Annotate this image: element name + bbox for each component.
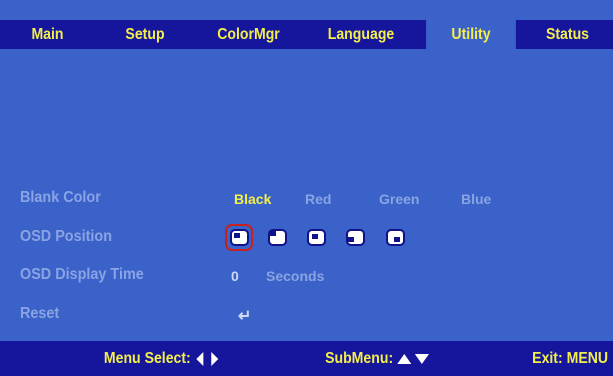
osd-menu: Main Setup ColorMgr Language Utility Sta… bbox=[0, 0, 613, 376]
blank-color-option-red[interactable]: Red bbox=[305, 191, 331, 207]
tab-setup[interactable]: Setup bbox=[101, 20, 189, 49]
footer-bar: Menu Select: SubMenu: Exit: MENU bbox=[0, 341, 613, 376]
blank-color-label: Blank Color bbox=[20, 189, 101, 206]
center-icon[interactable] bbox=[305, 227, 327, 249]
menu-select-label: Menu Select: bbox=[103, 350, 191, 367]
tab-language[interactable]: Language bbox=[309, 20, 413, 49]
arrow-down-icon bbox=[415, 353, 430, 364]
submenu-label: SubMenu: bbox=[325, 350, 394, 367]
osd-display-time-label: OSD Display Time bbox=[20, 266, 144, 283]
osd-position-label: OSD Position bbox=[20, 228, 113, 245]
blank-color-option-green[interactable]: Green bbox=[379, 191, 419, 207]
arrow-left-icon bbox=[196, 351, 204, 366]
enter-icon[interactable]: ↵ bbox=[238, 306, 251, 326]
exit-hint: Exit: MENU bbox=[532, 350, 609, 367]
blank-color-option-black[interactable]: Black bbox=[234, 191, 271, 207]
osd-display-time-value[interactable]: 0 bbox=[231, 268, 239, 284]
menu-select-hint: Menu Select: bbox=[104, 341, 220, 376]
bottom-right-icon[interactable] bbox=[384, 227, 406, 249]
tab-colormgr[interactable]: ColorMgr bbox=[201, 20, 295, 49]
osd-display-time-unit: Seconds bbox=[266, 268, 325, 284]
submenu-hint: SubMenu: bbox=[325, 341, 430, 376]
arrow-up-icon bbox=[397, 353, 412, 364]
top-left-icon[interactable] bbox=[225, 224, 253, 251]
tab-utility[interactable]: Utility bbox=[426, 20, 516, 49]
blank-color-option-blue[interactable]: Blue bbox=[461, 191, 491, 207]
reset-label: Reset bbox=[20, 305, 60, 322]
top-right-icon[interactable] bbox=[266, 227, 288, 249]
tab-status[interactable]: Status bbox=[527, 20, 607, 49]
bottom-left-icon[interactable] bbox=[344, 227, 366, 249]
tab-bar: Main Setup ColorMgr Language Utility Sta… bbox=[0, 20, 613, 49]
arrow-right-icon bbox=[210, 351, 218, 366]
tab-main[interactable]: Main bbox=[6, 20, 90, 49]
